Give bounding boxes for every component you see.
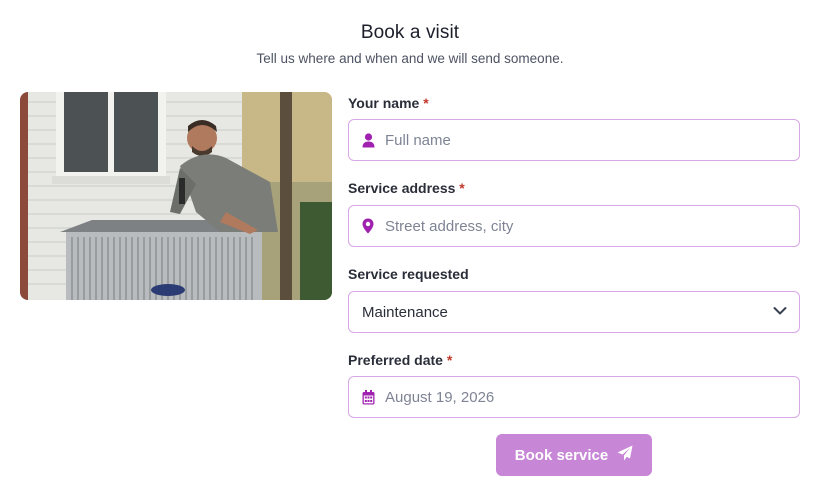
service-selected-value: Maintenance [362, 303, 448, 321]
required-mark: * [459, 180, 465, 196]
paper-plane-icon [617, 445, 633, 466]
user-icon [361, 132, 375, 148]
address-label: Service address * [348, 180, 465, 196]
date-label-text: Preferred date [348, 352, 443, 368]
address-field[interactable] [348, 205, 800, 247]
date-field[interactable] [348, 376, 800, 418]
address-input[interactable] [385, 207, 785, 245]
page-subtitle: Tell us where and when and we will send … [256, 51, 564, 66]
chevron-down-icon [773, 303, 787, 321]
map-pin-icon [361, 218, 375, 234]
name-input[interactable] [385, 121, 785, 159]
name-field[interactable] [348, 119, 800, 161]
book-service-button[interactable]: Book service [496, 434, 652, 476]
required-mark: * [423, 95, 429, 111]
calendar-icon [361, 389, 375, 405]
required-mark: * [446, 352, 453, 368]
name-label: Your name * [348, 95, 429, 111]
date-label: Preferred date * [348, 352, 452, 368]
address-label-text: Service address [348, 180, 456, 196]
name-label-text: Your name [348, 95, 420, 111]
technician-photo [20, 92, 332, 300]
book-service-label: Book service [514, 446, 609, 464]
date-input[interactable] [385, 378, 785, 416]
service-label-text: Service requested [348, 266, 469, 282]
service-select[interactable]: Maintenance [348, 291, 800, 333]
service-label: Service requested [348, 266, 469, 282]
page-title: Book a visit [360, 22, 460, 43]
